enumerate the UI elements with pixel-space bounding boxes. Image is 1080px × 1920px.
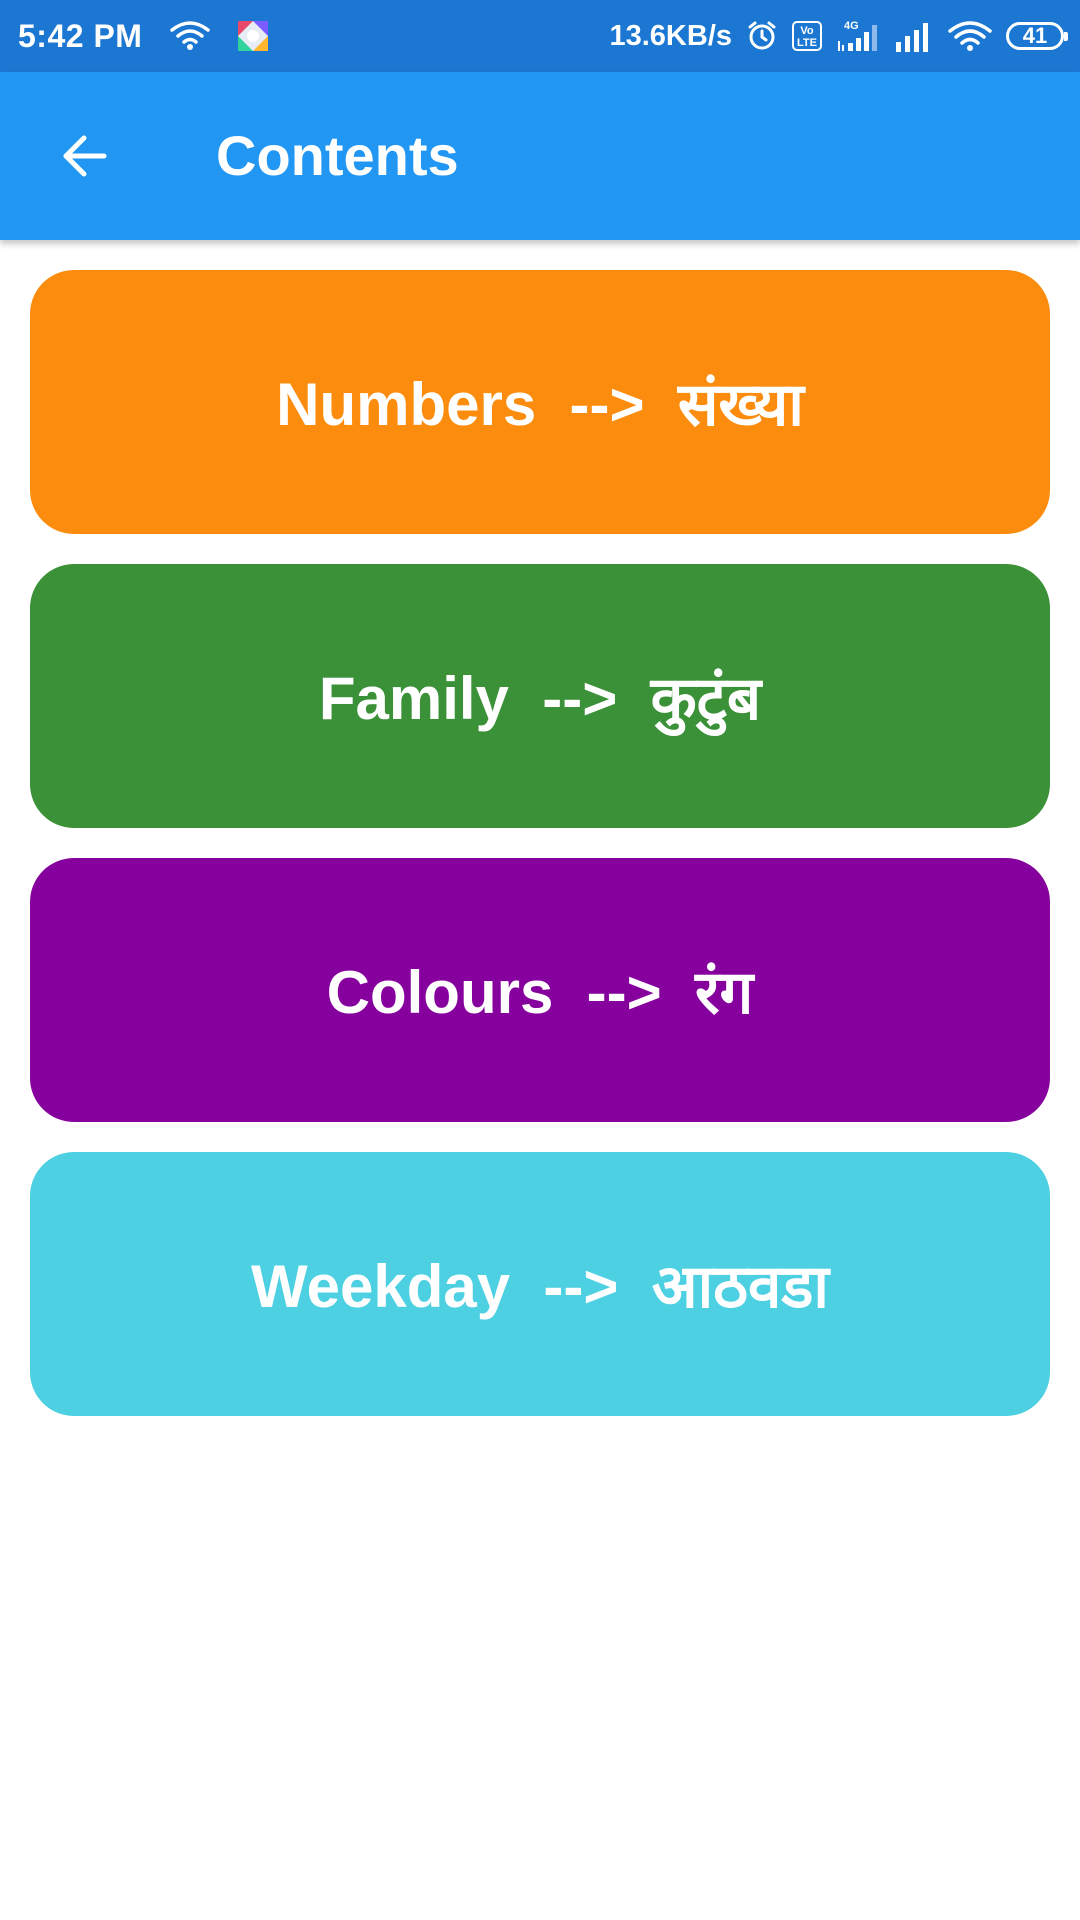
card-label: Numbers --> संख्या (276, 371, 804, 438)
card-label: Colours --> रंग (326, 959, 754, 1026)
app-bar: Contents (0, 72, 1080, 240)
signal-icon (894, 20, 934, 52)
svg-text:4G: 4G (844, 20, 859, 32)
status-bar: 5:42 PM 13.6KB/s Vo LTE 4G 41 (0, 0, 1080, 72)
card-family[interactable]: Family --> कुटुंब (30, 564, 1050, 828)
network-speed: 13.6KB/s (609, 19, 732, 52)
battery-level: 41 (1022, 23, 1048, 48)
contents-list: Numbers --> संख्या Family --> कुटुंब Col… (30, 270, 1050, 1446)
wifi-icon (170, 20, 211, 52)
card-label: Weekday --> आठवडा (251, 1253, 829, 1320)
wifi-icon (948, 19, 992, 53)
battery-icon: 41 (1006, 22, 1068, 50)
signal-4g-icon: 4G (836, 19, 880, 53)
alarm-icon (746, 20, 778, 52)
page-title: Contents (216, 124, 459, 187)
status-right: 13.6KB/s Vo LTE 4G 41 (609, 0, 1068, 72)
card-weekday[interactable]: Weekday --> आठवडा (30, 1152, 1050, 1416)
card-label: Family --> कुटुंब (318, 665, 762, 732)
card-numbers[interactable]: Numbers --> संख्या (30, 270, 1050, 534)
back-button[interactable] (40, 112, 128, 200)
volte-icon: Vo LTE (792, 21, 822, 51)
arrow-left-icon (58, 130, 110, 182)
status-left: 5:42 PM (18, 0, 269, 72)
status-time: 5:42 PM (18, 17, 143, 54)
app-notification-icon (238, 21, 269, 51)
card-colours[interactable]: Colours --> रंग (30, 858, 1050, 1122)
